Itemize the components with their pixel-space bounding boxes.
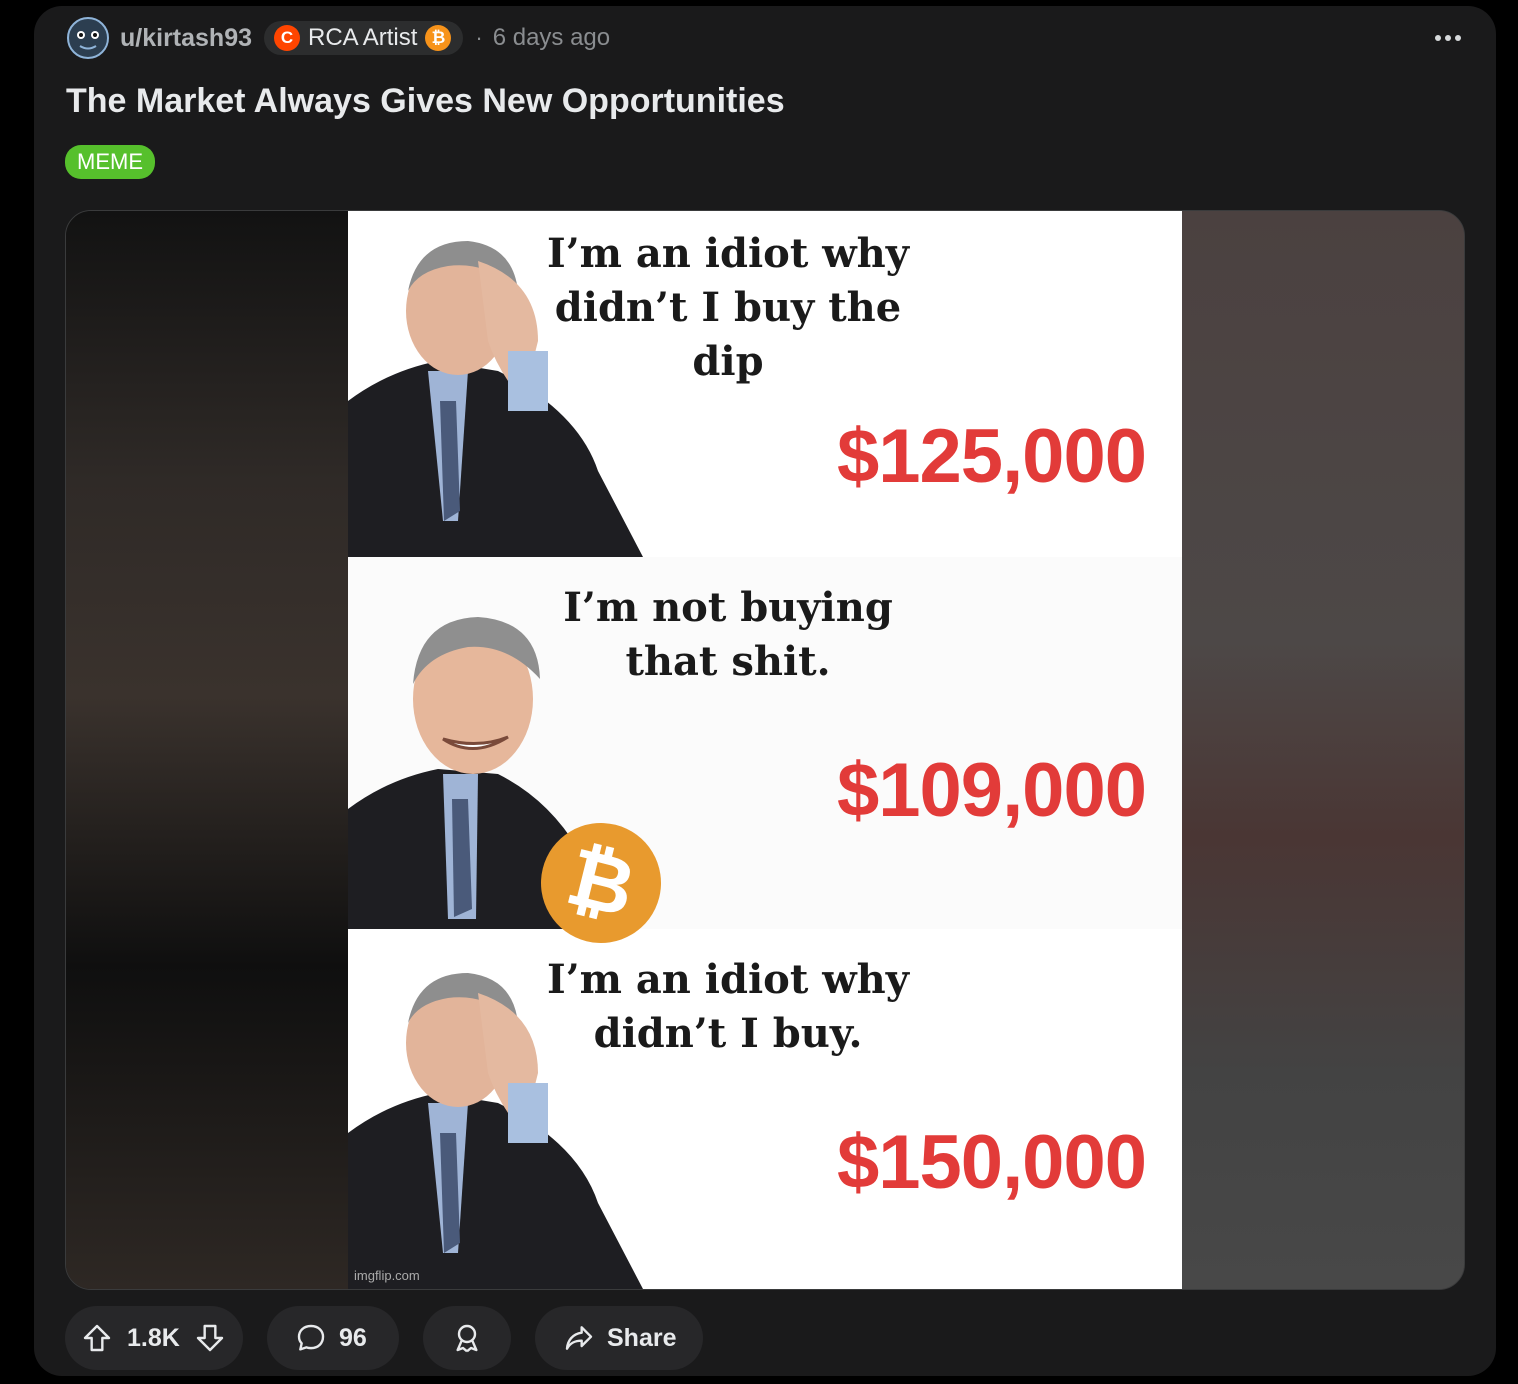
comment-icon (295, 1322, 327, 1354)
meme-panel-3: I’m an idiot why didn’t I buy. $150,000 … (348, 929, 1182, 1289)
username-link[interactable]: u/kirtash93 (120, 24, 252, 53)
post-timestamp: 6 days ago (492, 24, 611, 51)
meme-price-3: $150,000 (837, 1120, 1147, 1205)
share-icon (563, 1322, 595, 1354)
meme-panel-1: I’m an idiot why didn’t I buy the dip $1… (348, 211, 1182, 557)
post-title[interactable]: The Market Always Gives New Opportunitie… (66, 82, 785, 121)
share-label: Share (607, 1323, 677, 1352)
more-options-icon[interactable] (1428, 18, 1468, 58)
meme-price-1: $125,000 (837, 414, 1147, 499)
separator-dot: · (475, 25, 483, 50)
meme-caption-2: I’m not buying that shit. (563, 584, 893, 685)
bitcoin-icon: ₿ (425, 25, 452, 51)
post-image[interactable]: I’m an idiot why didn’t I buy the dip $1… (65, 210, 1465, 1290)
meme-image: I’m an idiot why didn’t I buy the dip $1… (348, 211, 1182, 1289)
user-flair-label: RCA Artist (308, 24, 418, 51)
post-header: u/kirtash93 C RCA Artist ₿ · 6 days ago (66, 16, 1468, 60)
meme-caption-1: I’m an idiot why didn’t I buy the dip (546, 230, 909, 385)
meme-price-2: $109,000 (837, 748, 1147, 833)
vote-count: 1.8K (127, 1323, 180, 1352)
post-card: u/kirtash93 C RCA Artist ₿ · 6 days ago … (34, 6, 1496, 1376)
share-button[interactable]: Share (535, 1306, 703, 1370)
moons-icon: C (274, 25, 301, 51)
post-flair-badge[interactable]: MEME (65, 145, 155, 179)
image-blur-left (66, 211, 348, 1289)
post-actions-bar: 1.8K 96 Share (65, 1306, 703, 1370)
award-icon (451, 1322, 483, 1354)
user-flair: C RCA Artist ₿ (264, 21, 464, 55)
imgflip-watermark: imgflip.com (354, 1268, 420, 1283)
comment-count: 96 (339, 1323, 367, 1352)
vote-control: 1.8K (65, 1306, 243, 1370)
meme-panel-2: I’m not buying that shit. $109,000 ₿ (348, 557, 1182, 956)
award-button[interactable] (423, 1306, 511, 1370)
image-blur-right (1182, 211, 1464, 1289)
comments-button[interactable]: 96 (267, 1306, 399, 1370)
meme-caption-3: I’m an idiot why didn’t I buy. (546, 956, 909, 1057)
downvote-icon[interactable] (194, 1322, 226, 1354)
upvote-icon[interactable] (81, 1322, 113, 1354)
avatar-icon[interactable] (66, 16, 110, 60)
